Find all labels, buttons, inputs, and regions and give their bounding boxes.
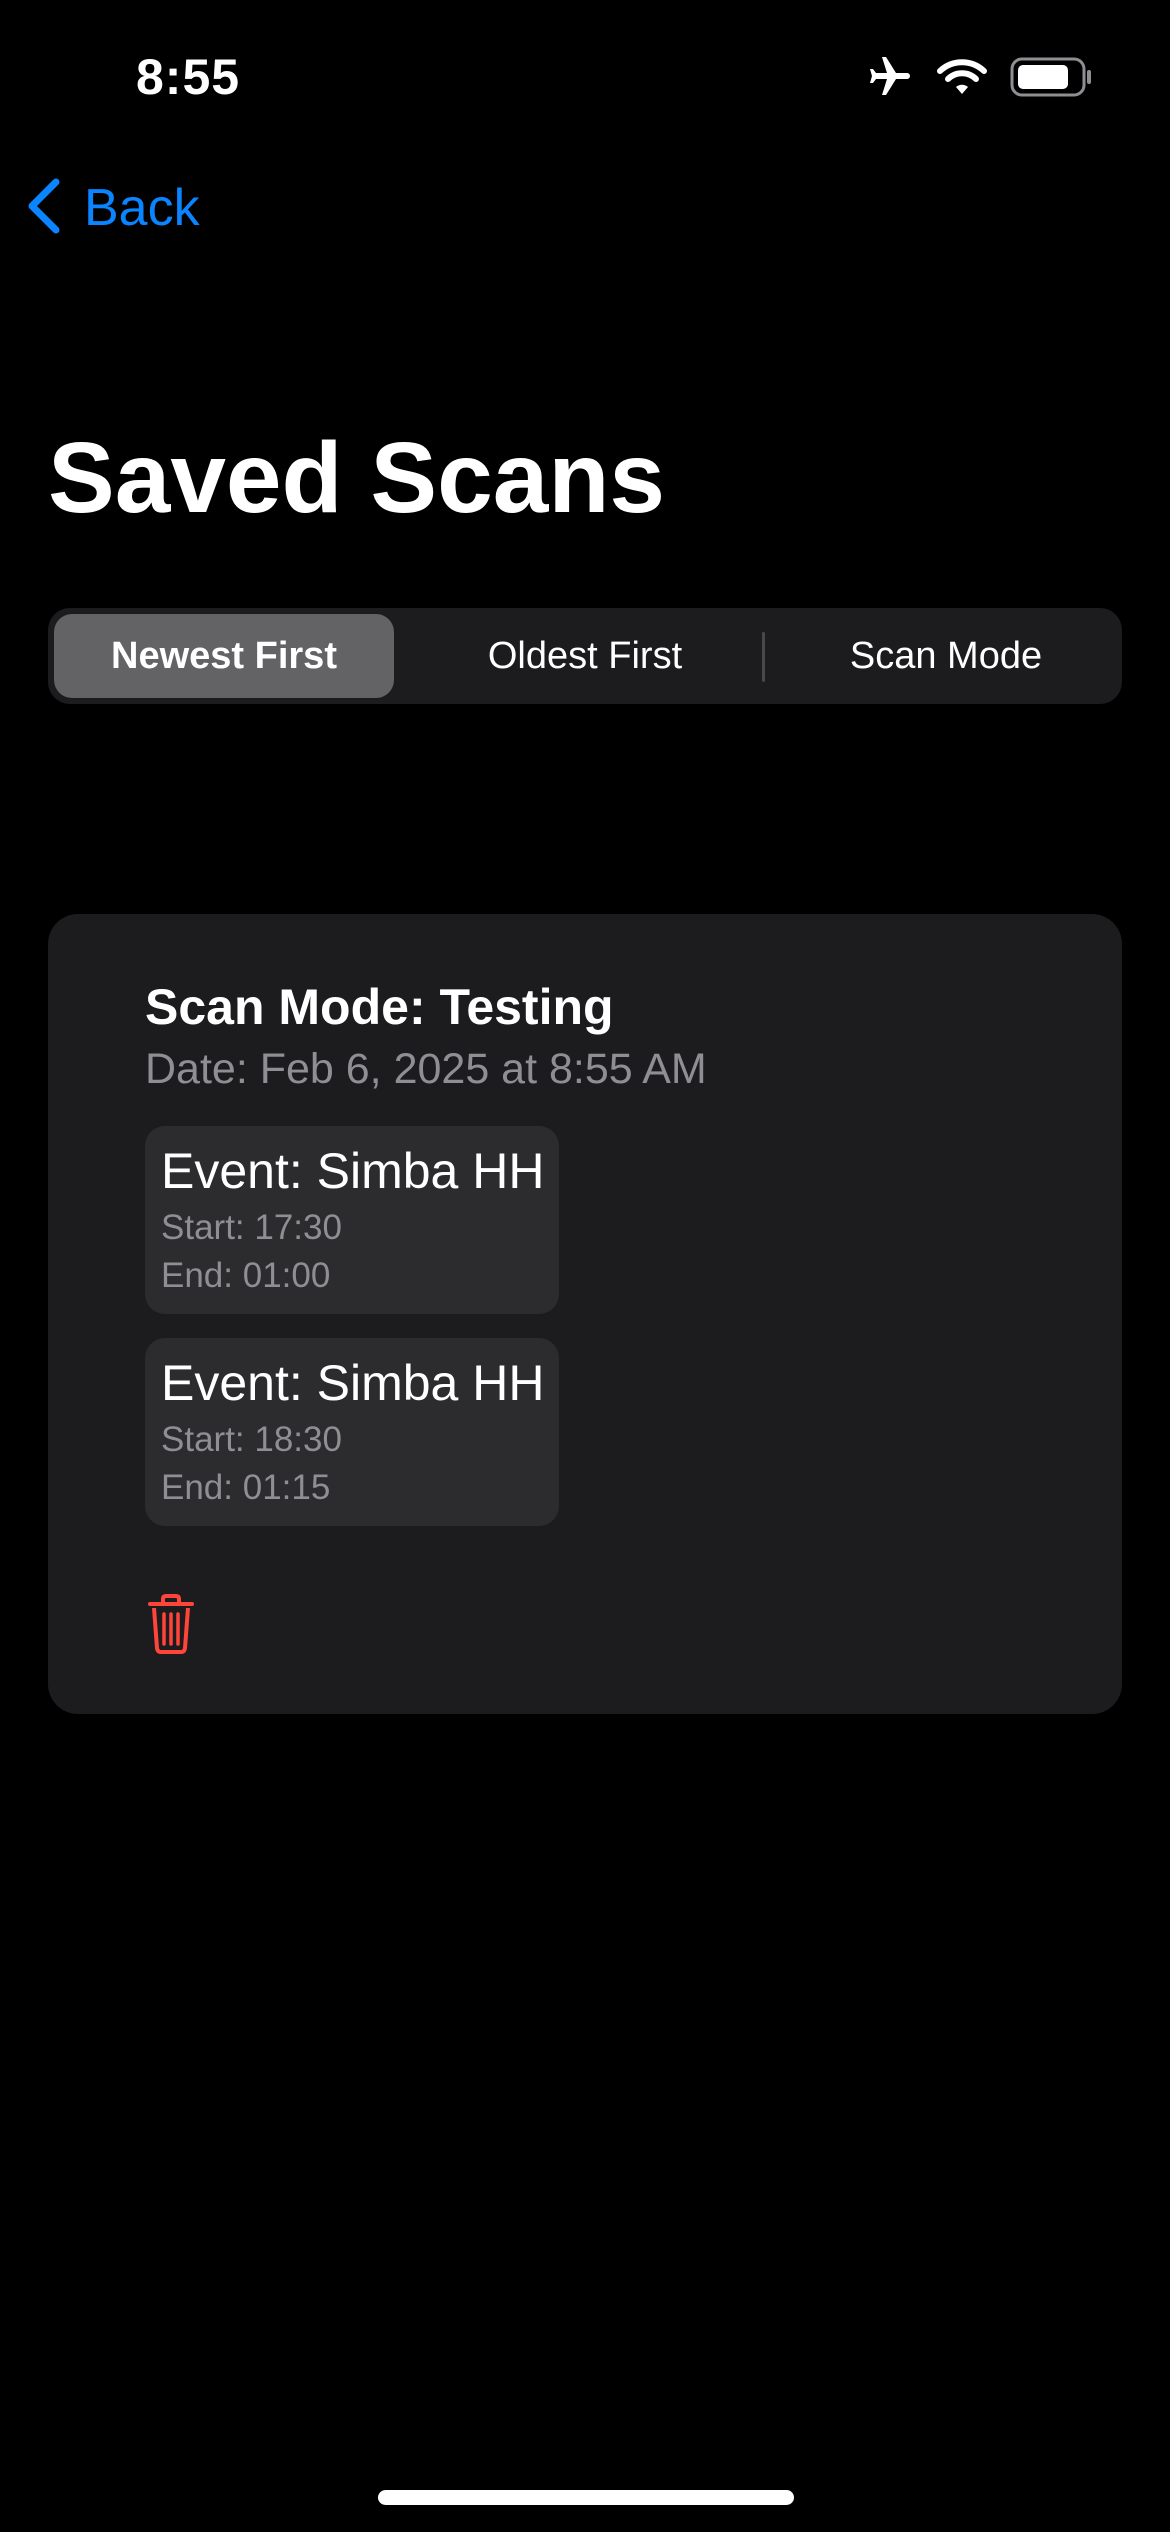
airplane-icon — [866, 53, 914, 101]
status-time: 8:55 — [136, 49, 241, 105]
trash-icon[interactable] — [146, 1594, 196, 1654]
scan-mode-label: Scan Mode: Testing — [145, 979, 614, 1035]
event-name: Event: Simba HH — [161, 1355, 545, 1411]
event-end: End: 01:15 — [161, 1468, 331, 1507]
page-title: Saved Scans — [48, 422, 666, 534]
segment-newest-first[interactable]: Newest First — [54, 614, 394, 698]
event-end: End: 01:00 — [161, 1256, 331, 1295]
event-card: Event: Simba HH Start: 18:30 End: 01:15 — [145, 1338, 559, 1526]
segment-divider — [762, 632, 765, 682]
back-label: Back — [84, 179, 200, 237]
saved-scan-card[interactable]: Scan Mode: Testing Date: Feb 6, 2025 at … — [48, 914, 1122, 1714]
segment-scan-mode[interactable]: Scan Mode — [776, 614, 1116, 698]
event-card: Event: Simba HH Start: 17:30 End: 01:00 — [145, 1126, 559, 1314]
chevron-left-icon — [24, 176, 64, 241]
scan-date-label: Date: Feb 6, 2025 at 8:55 AM — [145, 1045, 707, 1093]
event-start: Start: 18:30 — [161, 1420, 342, 1459]
status-icons — [866, 52, 1092, 102]
wifi-icon — [936, 57, 988, 97]
battery-icon — [1010, 57, 1092, 97]
event-start: Start: 17:30 — [161, 1208, 342, 1247]
event-name: Event: Simba HH — [161, 1143, 545, 1199]
home-indicator[interactable] — [378, 2490, 794, 2505]
segment-oldest-first[interactable]: Oldest First — [415, 614, 755, 698]
back-button[interactable]: Back — [24, 170, 200, 246]
sort-segmented-control: Newest First Oldest First Scan Mode — [48, 608, 1122, 704]
